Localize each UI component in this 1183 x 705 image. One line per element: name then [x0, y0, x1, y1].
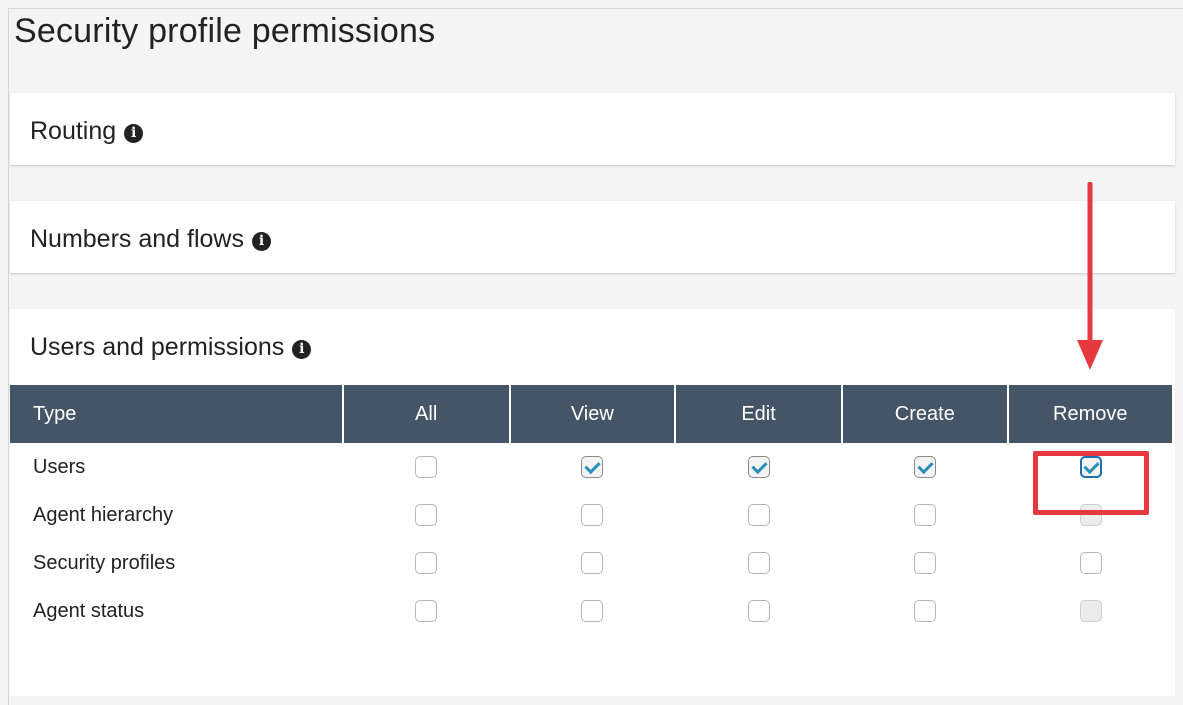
- table-row: Agent hierarchy: [10, 491, 1175, 539]
- all-checkbox[interactable]: [415, 504, 438, 527]
- edit-checkbox[interactable]: [747, 456, 770, 479]
- create-checkbox[interactable]: [913, 456, 936, 479]
- cell-edit: [674, 491, 843, 539]
- table-row: Agent status: [10, 587, 1175, 635]
- section-users-and-permissions: Users and permissions i Type All View Ed…: [10, 309, 1175, 696]
- cell-create: [842, 587, 1008, 635]
- section-users-heading: Users and permissions i: [30, 333, 312, 362]
- cell-edit: [674, 587, 843, 635]
- table-row: Users: [10, 443, 1175, 491]
- remove-checkbox[interactable]: [1079, 552, 1102, 575]
- info-icon[interactable]: i: [124, 123, 144, 143]
- cell-all: [342, 587, 510, 635]
- cell-overflow: [1173, 443, 1175, 491]
- cell-view: [509, 491, 675, 539]
- header-edit: Edit: [674, 385, 844, 443]
- all-checkbox[interactable]: [415, 600, 438, 623]
- cell-edit: [674, 443, 843, 491]
- row-type-label: Agent hierarchy: [10, 491, 343, 539]
- section-numbers-label: Numbers and flows: [30, 225, 244, 253]
- edit-checkbox[interactable]: [747, 600, 770, 623]
- remove-checkbox: [1079, 600, 1102, 623]
- view-checkbox[interactable]: [581, 552, 604, 575]
- row-type-label: Security profiles: [10, 539, 343, 587]
- cell-all: [342, 491, 510, 539]
- cell-view: [509, 539, 675, 587]
- cell-overflow: [1173, 491, 1175, 539]
- section-users-label: Users and permissions: [30, 333, 285, 361]
- page-title: Security profile permissions: [14, 12, 436, 50]
- all-checkbox[interactable]: [415, 552, 438, 575]
- section-routing[interactable]: Routing i: [10, 93, 1175, 165]
- section-routing-label: Routing: [30, 117, 117, 145]
- cell-edit: [674, 539, 843, 587]
- header-view: View: [509, 385, 676, 443]
- annotation-arrow-head: [1077, 340, 1103, 370]
- row-type-label: Agent status: [10, 587, 343, 635]
- cell-view: [509, 587, 675, 635]
- table-header-row: Type All View Edit Create Remove: [10, 385, 1175, 443]
- view-checkbox[interactable]: [581, 600, 604, 623]
- view-checkbox[interactable]: [581, 504, 604, 527]
- cell-all: [342, 443, 510, 491]
- annotation-highlight-box: [1033, 451, 1149, 515]
- cell-create: [842, 443, 1008, 491]
- header-type: Type: [10, 385, 344, 443]
- all-checkbox[interactable]: [415, 456, 438, 479]
- cell-create: [842, 491, 1008, 539]
- section-numbers-heading: Numbers and flows i: [30, 225, 271, 254]
- info-icon[interactable]: i: [251, 231, 271, 251]
- section-numbers-and-flows[interactable]: Numbers and flows i: [10, 201, 1175, 273]
- cell-overflow: [1173, 539, 1175, 587]
- edit-checkbox[interactable]: [747, 504, 770, 527]
- header-overflow: [1173, 385, 1175, 443]
- cell-all: [342, 539, 510, 587]
- cell-view: [509, 443, 675, 491]
- cell-overflow: [1173, 587, 1175, 635]
- header-create: Create: [842, 385, 1009, 443]
- annotation-arrow-icon: [1077, 182, 1103, 370]
- info-icon[interactable]: i: [292, 339, 312, 359]
- row-type-label: Users: [10, 443, 343, 491]
- header-remove: Remove: [1007, 385, 1175, 443]
- cell-remove: [1007, 539, 1174, 587]
- section-routing-heading: Routing i: [30, 117, 144, 146]
- view-checkbox[interactable]: [581, 456, 604, 479]
- permissions-table: Type All View Edit Create Remove Users A…: [10, 385, 1175, 635]
- table-row: Security profiles: [10, 539, 1175, 587]
- create-checkbox[interactable]: [913, 600, 936, 623]
- cell-remove: [1007, 587, 1174, 635]
- create-checkbox[interactable]: [913, 552, 936, 575]
- edit-checkbox[interactable]: [747, 552, 770, 575]
- cell-create: [842, 539, 1008, 587]
- header-all: All: [342, 385, 511, 443]
- create-checkbox[interactable]: [913, 504, 936, 527]
